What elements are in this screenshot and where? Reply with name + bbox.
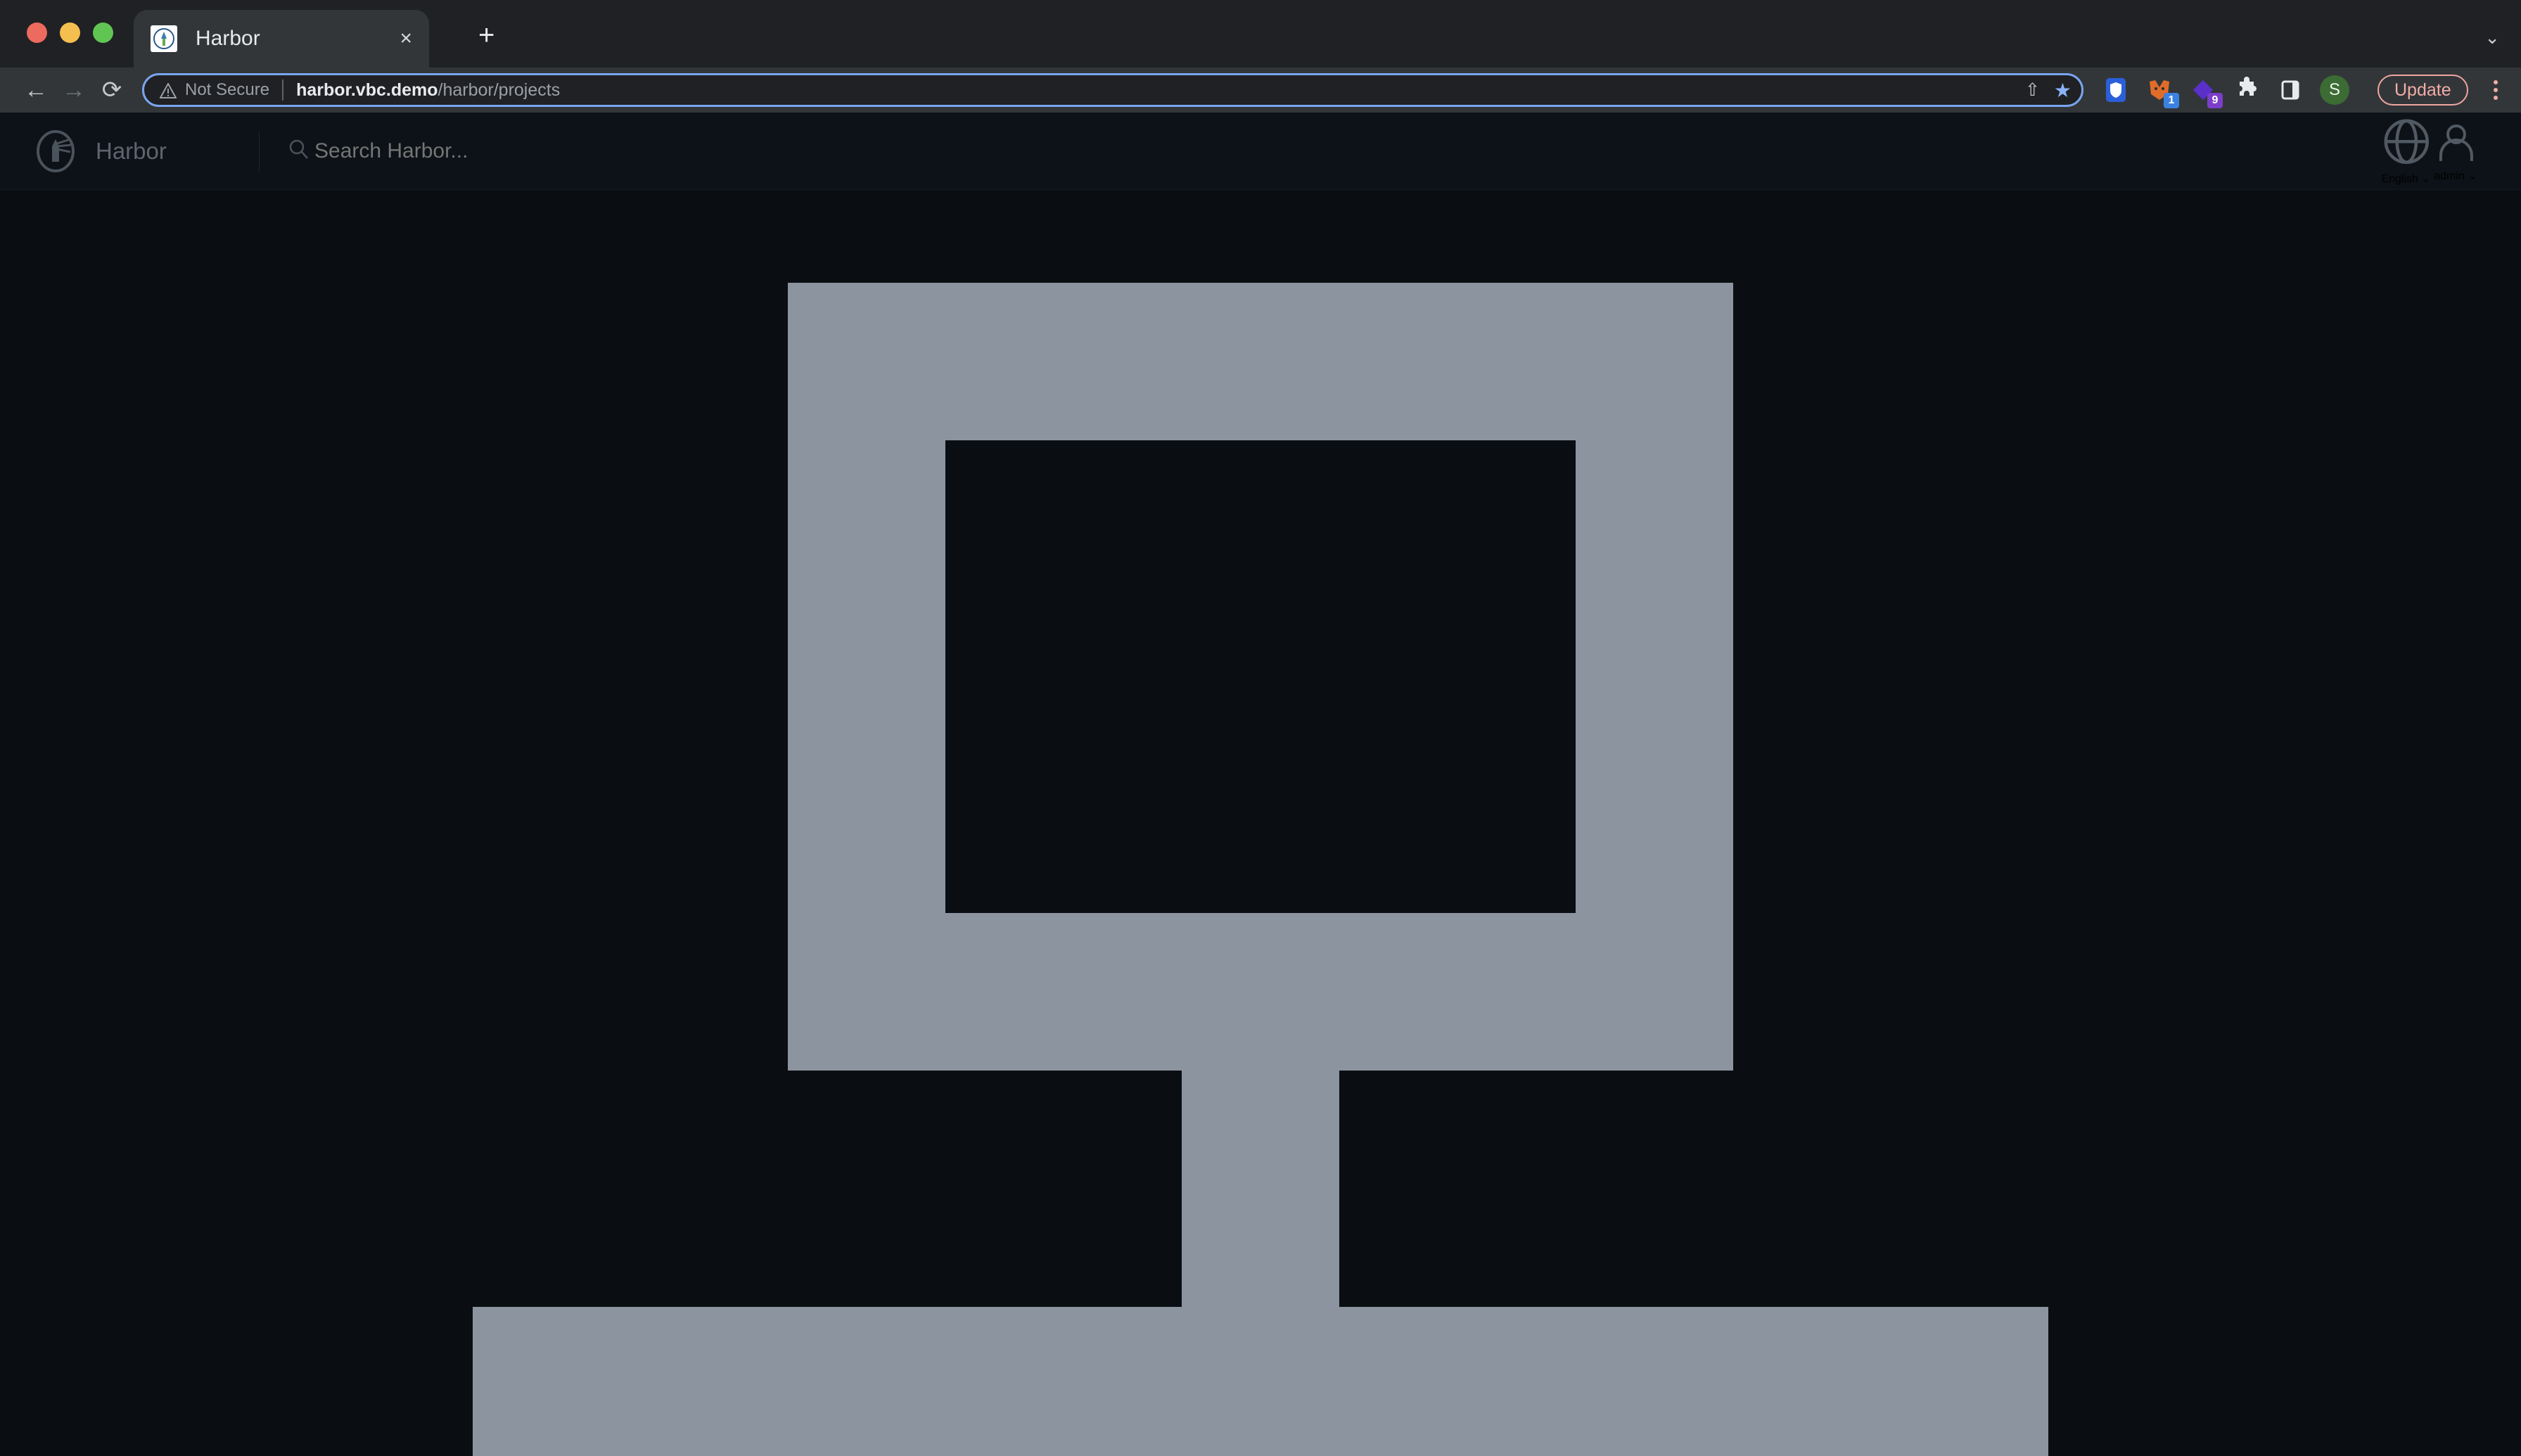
sidebar-nav: Projects Logs Administration ⌄ Users — [0, 125, 2521, 1456]
url-text: harbor.vbc.demo/harbor/projects — [296, 80, 560, 101]
url-path: /harbor/projects — [438, 79, 561, 100]
extension-badge: 1 — [2164, 93, 2179, 108]
app-header: Harbor English ⌄ admin ⌄ — [0, 113, 2521, 190]
bookmark-star-icon[interactable]: ★ — [2054, 79, 2072, 102]
language-label: English — [2381, 173, 2418, 186]
fox-extension-icon[interactable]: 1 — [2145, 76, 2179, 108]
sidepanel-icon[interactable] — [2276, 76, 2304, 104]
share-icon[interactable]: ⇧ — [2025, 79, 2040, 101]
close-tab-button[interactable]: × — [400, 27, 412, 51]
reload-button[interactable]: ⟳ — [93, 78, 131, 102]
search-icon — [288, 138, 310, 164]
language-selector[interactable]: English ⌄ — [2381, 116, 2434, 186]
brand-name: Harbor — [96, 137, 167, 164]
new-tab-button[interactable]: + — [478, 21, 494, 49]
update-button[interactable]: Update — [2378, 75, 2468, 106]
header-right: English ⌄ admin ⌄ — [2381, 116, 2480, 186]
sidebar: « Projects Logs Administration ⌄ — [0, 113, 2521, 1456]
window-controls[interactable] — [27, 23, 113, 43]
global-search[interactable] — [288, 138, 736, 164]
extensions-tray: 1 9 S Update — [2102, 75, 2498, 108]
minimize-window-button[interactable] — [60, 23, 80, 43]
chevron-down-icon: ⌄ — [2421, 173, 2431, 186]
harbor-favicon-icon — [151, 25, 177, 52]
not-secure-warning-icon — [160, 82, 177, 98]
tab-title: Harbor — [196, 27, 260, 50]
sidebar-item-projects[interactable]: Projects — [0, 125, 2521, 1456]
browser-titlebar: Harbor × + ⌄ — [0, 0, 2521, 68]
search-input[interactable] — [314, 139, 736, 163]
harbor-app: Harbor English ⌄ admin ⌄ — [0, 113, 2521, 1456]
harbor-logo-icon — [34, 129, 77, 173]
url-host: harbor.vbc.demo — [296, 79, 438, 100]
user-label: admin — [2434, 170, 2465, 182]
screen-root: Harbor × + ⌄ ← → ⟳ Not Secure harbor.vbc… — [0, 0, 2521, 1456]
maximize-window-button[interactable] — [93, 23, 113, 43]
user-menu[interactable]: admin ⌄ — [2434, 119, 2480, 183]
omnibox-divider — [282, 79, 284, 101]
brand[interactable]: Harbor — [34, 129, 259, 173]
user-icon — [2439, 124, 2474, 161]
extension-badge: 9 — [2207, 93, 2223, 108]
diamond-extension-icon[interactable]: 9 — [2189, 76, 2223, 108]
globe-icon — [2384, 119, 2430, 164]
puzzle-extension-icon[interactable] — [2233, 76, 2261, 104]
security-status-label: Not Secure — [185, 80, 270, 99]
chevron-down-icon[interactable]: ⌄ — [2484, 27, 2500, 49]
omnibox-actions: ⇧ ★ — [2025, 79, 2072, 102]
forward-button[interactable]: → — [55, 78, 93, 102]
browser-menu-icon[interactable] — [2493, 80, 2498, 100]
browser-toolbar: ← → ⟳ Not Secure harbor.vbc.demo/harbor/… — [0, 68, 2521, 113]
address-bar[interactable]: Not Secure harbor.vbc.demo/harbor/projec… — [142, 73, 2083, 107]
browser-tab[interactable]: Harbor × — [134, 10, 429, 68]
close-window-button[interactable] — [27, 23, 47, 43]
profile-avatar[interactable]: S — [2320, 75, 2349, 105]
chevron-down-icon: ⌄ — [2468, 170, 2477, 182]
browser-chrome: Harbor × + ⌄ ← → ⟳ Not Secure harbor.vbc… — [0, 0, 2521, 113]
shield-extension-icon[interactable] — [2102, 76, 2130, 104]
header-divider — [259, 131, 260, 171]
back-button[interactable]: ← — [17, 78, 55, 102]
